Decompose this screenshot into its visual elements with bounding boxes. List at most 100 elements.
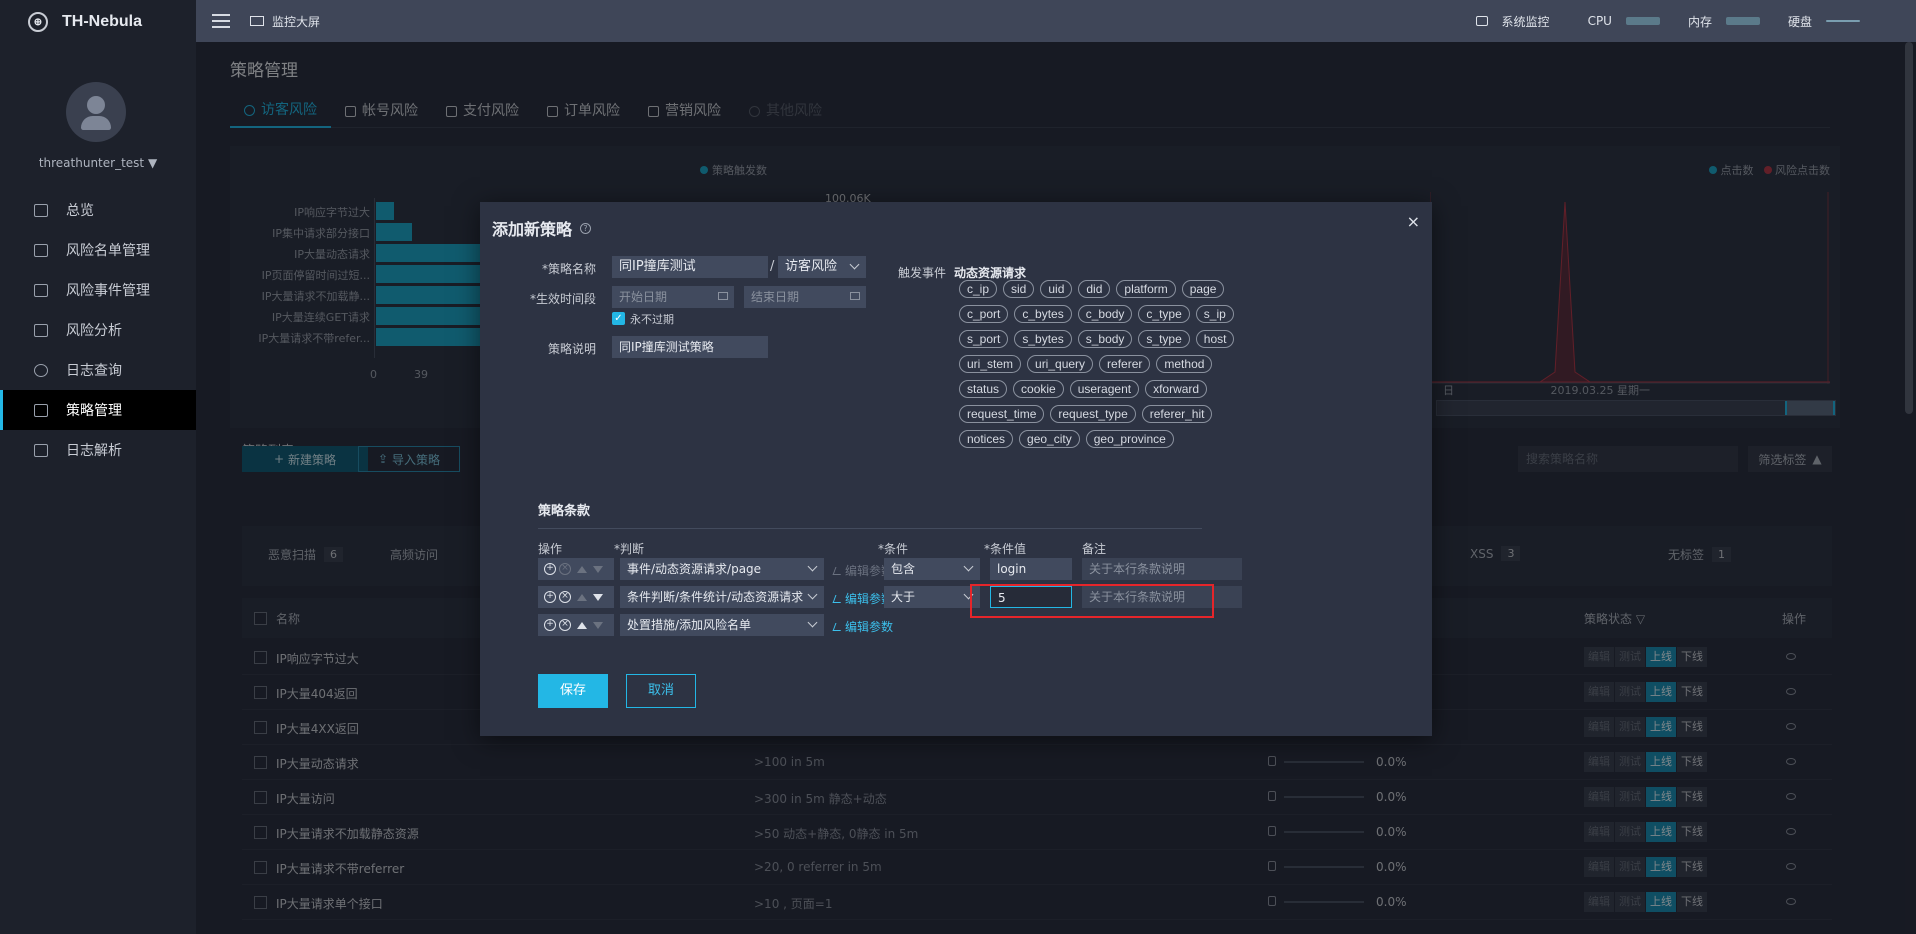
remove-icon[interactable]: × [559, 619, 571, 631]
sidebar-item-log-parse[interactable]: 日志解析 [0, 430, 196, 470]
add-strategy-modal: 添加新策略 ? × *策略名称 同IP撞库测试 / 访客风险 *生效时间段 开始… [480, 202, 1432, 736]
app-name: TH-Nebula [62, 13, 142, 30]
field-pill[interactable]: referer_hit [1141, 405, 1213, 423]
field-pill[interactable]: c_ip [959, 280, 998, 298]
field-pill[interactable]: c_port [959, 305, 1009, 323]
chevron-down-icon [807, 589, 818, 600]
field-pill[interactable]: geo_province [1085, 430, 1174, 448]
field-pill[interactable]: request_time [959, 405, 1045, 423]
help-icon[interactable]: ? [580, 222, 592, 234]
field-pill[interactable]: uid [1040, 280, 1073, 298]
field-pill[interactable]: host [1195, 330, 1235, 348]
username-dropdown[interactable]: threathunter_test ▼ [0, 156, 196, 170]
chevron-down-icon [807, 561, 818, 572]
field-pill[interactable]: method [1156, 355, 1213, 373]
sidebar-item-risk-list[interactable]: 风险名单管理 [0, 230, 196, 270]
clause-col-note: 备注 [1082, 542, 1107, 556]
edit-params-link[interactable]: 编辑参数 [832, 618, 893, 635]
chevron-down-icon [849, 259, 860, 270]
clause-judge-select[interactable]: 处置措施/添加风险名单 [620, 614, 824, 636]
clause-note-input[interactable]: 关于本行条款说明 [1082, 558, 1242, 580]
clause-judge-select[interactable]: 事件/动态资源请求/page [620, 558, 824, 580]
field-pill[interactable]: c_body [1077, 305, 1133, 323]
judge-value: 处置措施/添加风险名单 [627, 618, 752, 632]
clauses-section-title: 策略条款 [538, 504, 591, 519]
username: threathunter_test [38, 156, 145, 170]
field-pill[interactable]: s_body [1077, 330, 1133, 348]
start-date-input[interactable]: 开始日期 [612, 286, 734, 308]
clause-col-op: 操作 [538, 542, 563, 556]
field-pill[interactable]: notices [959, 430, 1014, 448]
field-pill[interactable]: s_bytes [1014, 330, 1072, 348]
document-icon [34, 443, 48, 457]
field-pill[interactable]: xforward [1145, 380, 1208, 398]
sidebar-item-risk-events[interactable]: 风险事件管理 [0, 270, 196, 310]
clause-judge-select[interactable]: 条件判断/条件统计/动态资源请求 [620, 586, 824, 608]
sidebar-item-label: 总览 [66, 203, 94, 219]
modal-title: 添加新策略 ? [492, 216, 592, 240]
trigger-label: 触发事件 [898, 266, 947, 280]
field-pill[interactable]: did [1078, 280, 1111, 298]
divider [538, 528, 1202, 529]
remove-icon[interactable]: × [559, 563, 571, 575]
time-label: *生效时间段 [529, 292, 596, 306]
avatar[interactable] [66, 82, 126, 142]
field-pill[interactable]: page [1181, 280, 1225, 298]
sidebar-item-label: 风险分析 [66, 323, 122, 339]
end-date-input[interactable]: 结束日期 [744, 286, 866, 308]
close-icon[interactable]: × [1407, 212, 1420, 231]
user-icon-body [81, 116, 111, 130]
chevron-down-icon [807, 617, 818, 628]
field-pill[interactable]: platform [1116, 280, 1176, 298]
field-pill[interactable]: referer [1099, 355, 1151, 373]
clause-col-judge: *判断 [614, 542, 645, 556]
never-expire-label: 永不过期 [630, 313, 674, 326]
cancel-button[interactable]: 取消 [626, 674, 696, 708]
field-pill[interactable]: s_type [1138, 330, 1190, 348]
logo-icon: ⊕ [28, 12, 48, 32]
user-icon [87, 96, 105, 114]
chevron-down-icon [963, 561, 974, 572]
add-icon[interactable]: + [544, 619, 556, 631]
move-up-icon[interactable] [577, 565, 587, 573]
field-pill[interactable]: s_ip [1195, 305, 1234, 323]
field-pill[interactable]: useragent [1069, 380, 1140, 398]
app-logo[interactable]: ⊕ TH-Nebula [0, 0, 196, 44]
add-icon[interactable]: + [544, 591, 556, 603]
clause-value-input[interactable]: login [990, 558, 1072, 580]
sidebar-item-risk-analysis[interactable]: 风险分析 [0, 310, 196, 350]
move-up-icon[interactable] [577, 593, 587, 601]
save-button[interactable]: 保存 [538, 674, 608, 708]
field-pill[interactable]: uri_stem [959, 355, 1022, 373]
clause-cond-select[interactable]: 大于 [884, 586, 980, 608]
move-down-icon[interactable] [593, 565, 603, 573]
field-pill[interactable]: cookie [1013, 380, 1064, 398]
strategy-icon [34, 403, 48, 417]
strategy-name-input[interactable]: 同IP撞库测试 [612, 256, 768, 278]
calendar-icon [718, 292, 728, 300]
move-up-icon[interactable] [577, 621, 587, 629]
separator: / [770, 259, 775, 274]
category-value: 访客风险 [785, 259, 838, 274]
category-select[interactable]: 访客风险 [778, 256, 866, 278]
highlight-box [970, 584, 1214, 618]
move-down-icon[interactable] [593, 621, 603, 629]
field-pill[interactable]: uri_query [1027, 355, 1094, 373]
clause-cond-select[interactable]: 包含 [884, 558, 980, 580]
pencil-icon [832, 566, 844, 575]
field-pill[interactable]: c_type [1138, 305, 1190, 323]
sidebar-item-strategy[interactable]: 策略管理 [0, 390, 196, 430]
sidebar-item-log-query[interactable]: 日志查询 [0, 350, 196, 390]
remove-icon[interactable]: × [559, 591, 571, 603]
field-pill[interactable]: sid [1003, 280, 1035, 298]
move-down-icon[interactable] [593, 593, 603, 601]
strategy-desc-input[interactable]: 同IP撞库测试策略 [612, 336, 768, 358]
field-pill[interactable]: status [959, 380, 1008, 398]
add-icon[interactable]: + [544, 563, 556, 575]
field-pill[interactable]: geo_city [1019, 430, 1080, 448]
field-pill[interactable]: request_type [1050, 405, 1136, 423]
sidebar-item-overview[interactable]: 总览 [0, 190, 196, 230]
never-expire-checkbox[interactable]: ✓ [612, 312, 625, 325]
field-pill[interactable]: c_bytes [1014, 305, 1072, 323]
field-pill[interactable]: s_port [959, 330, 1009, 348]
